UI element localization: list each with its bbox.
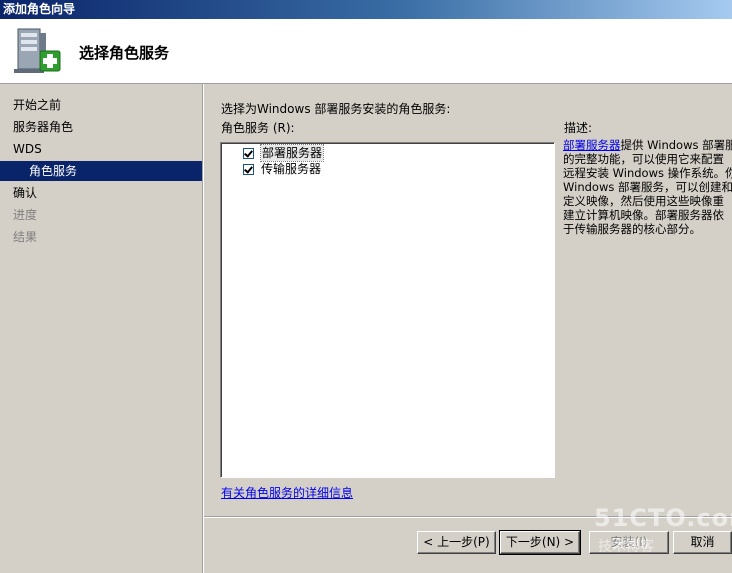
role-services-info-link[interactable]: 有关角色服务的详细信息 bbox=[221, 484, 353, 501]
page-title: 选择角色服务 bbox=[79, 44, 170, 62]
nav-item-role-services[interactable]: 角色服务 bbox=[0, 161, 202, 181]
nav-item-progress: 进度 bbox=[13, 208, 38, 222]
wizard-header: 选择角色服务 bbox=[0, 19, 732, 84]
window-title: 添加角色向导 bbox=[3, 2, 76, 16]
role-services-label: 角色服务 (R): bbox=[221, 121, 295, 135]
transport-server-checkbox[interactable] bbox=[243, 163, 254, 175]
nav-item-wds[interactable]: WDS bbox=[0, 139, 202, 159]
nav-item-results: 结果 bbox=[13, 230, 38, 244]
nav-divider bbox=[203, 84, 204, 573]
wizard-nav: 开始之前 服务器角色 WDS 角色服务 确认 进度 结果 bbox=[0, 84, 203, 573]
role-services-list[interactable]: 部署服务器 传输服务器 bbox=[220, 142, 555, 478]
list-item-label[interactable]: 部署服务器 bbox=[259, 144, 325, 162]
nav-item-before-you-begin[interactable]: 开始之前 bbox=[0, 95, 202, 115]
next-button[interactable]: 下一步(N) > bbox=[499, 530, 581, 555]
cancel-button[interactable]: 取消 bbox=[673, 531, 732, 554]
description-link[interactable]: 部署服务器 bbox=[563, 138, 621, 152]
list-item[interactable]: 传输服务器 bbox=[243, 161, 321, 177]
nav-item-server-roles[interactable]: 服务器角色 bbox=[0, 117, 202, 137]
server-add-icon bbox=[14, 28, 61, 73]
instruction-text: 选择为Windows 部署服务安装的角色服务: bbox=[221, 102, 451, 116]
nav-item-confirmation[interactable]: 确认 bbox=[0, 183, 202, 203]
deployment-server-checkbox[interactable] bbox=[243, 147, 254, 159]
back-button[interactable]: < 上一步(P) bbox=[417, 531, 496, 554]
list-item-label[interactable]: 传输服务器 bbox=[261, 161, 321, 177]
window-titlebar: 添加角色向导 bbox=[0, 0, 732, 19]
list-item[interactable]: 部署服务器 bbox=[243, 144, 325, 162]
watermark-subtitle: 技术博客 bbox=[598, 539, 654, 555]
description-text: 部署服务器提供 Windows 部署服 的完整功能，可以使用它来配置 远程安装 … bbox=[563, 138, 732, 236]
description-title: 描述: bbox=[564, 121, 593, 135]
watermark-logo: 51CTO.com bbox=[594, 504, 732, 532]
